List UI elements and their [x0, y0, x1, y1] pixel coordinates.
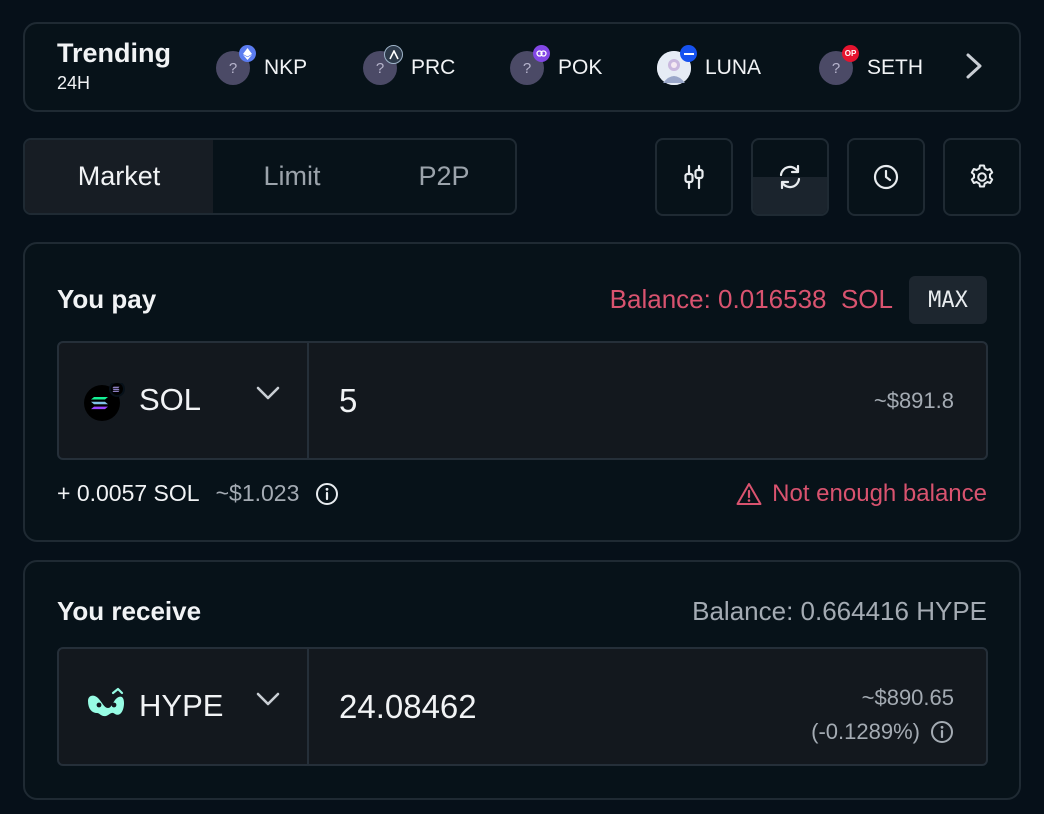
pay-amount-input[interactable]: 5 [339, 382, 357, 420]
pay-balance-label: Balance: 0.016538 [609, 284, 827, 314]
fee-line: + 0.0057 SOL ~$1.023 [57, 480, 339, 507]
receive-amount: 24.08462 [339, 688, 477, 725]
trending-coin-prc[interactable]: ? PRC [363, 45, 456, 88]
info-icon[interactable] [930, 720, 954, 744]
info-icon[interactable] [315, 482, 339, 506]
trending-coin-seth[interactable]: ? OP SETH [819, 45, 924, 88]
slippage-settings-button[interactable] [655, 138, 733, 216]
polygon-badge-icon [533, 45, 550, 62]
token-placeholder-icon: ? [363, 45, 403, 85]
order-type-tabs: Market Limit P2P [23, 138, 517, 215]
tab-limit[interactable]: Limit [213, 140, 371, 213]
receive-title: You receive [57, 596, 202, 626]
gear-icon [970, 164, 994, 188]
insufficient-balance-warning: Not enough balance [736, 480, 987, 508]
trending-coin-label: PRC [411, 56, 456, 79]
ethereum-badge-icon [239, 45, 256, 62]
fee-usd: ~$1.023 [215, 480, 300, 506]
receive-token-name: HYPE [139, 688, 224, 723]
pay-usd-value: ~$891.8 [873, 388, 954, 413]
sliders-icon [684, 164, 704, 190]
token-placeholder-icon: ? [216, 45, 256, 85]
trending-title: Trending [57, 38, 171, 68]
settings-button[interactable] [943, 138, 1021, 216]
pay-panel: You pay Balance: 0.016538 SOL MAX SOL 5 [23, 242, 1021, 542]
trending-coin-label: SETH [867, 56, 924, 79]
pay-input-box: SOL 5 ~$891.8 [57, 341, 988, 460]
price-impact-row: (-0.1289%) [811, 715, 954, 749]
trending-coin-label: LUNA [705, 56, 762, 79]
pay-balance-symbol: SOL [840, 284, 893, 314]
trending-bar: Trending 24H ? NKP ? PRC ? POK LUNA ? OP… [23, 22, 1021, 112]
receive-input-box: HYPE 24.08462 ~$890.65 (-0.1289%) [57, 647, 988, 766]
optimism-badge-icon: OP [842, 45, 859, 62]
base-badge-icon [680, 45, 697, 62]
tab-p2p[interactable]: P2P [371, 140, 515, 213]
receive-usd-block: ~$890.65 (-0.1289%) [811, 681, 954, 749]
trending-coin-label: POK [558, 56, 603, 79]
token-placeholder-icon: ? [510, 45, 550, 85]
pay-title: You pay [57, 284, 157, 314]
chevron-down-icon [255, 691, 281, 712]
warning-text: Not enough balance [772, 480, 987, 507]
trending-period: 24H [57, 73, 91, 93]
chevron-right-icon[interactable] [965, 52, 983, 87]
refresh-button[interactable] [751, 138, 829, 216]
fee-amount: + 0.0057 SOL [57, 480, 200, 506]
trending-coin-luna[interactable]: LUNA [657, 45, 762, 88]
receive-panel: You receive Balance: 0.664416 HYPE HYPE … [23, 560, 1021, 800]
pay-token-name: SOL [139, 382, 202, 417]
trending-coin-label: NKP [264, 56, 308, 79]
solana-icon [83, 381, 125, 430]
chevron-down-icon [255, 385, 281, 406]
tab-market[interactable]: Market [25, 140, 213, 213]
max-button[interactable]: MAX [909, 276, 987, 324]
price-impact: (-0.1289%) [811, 719, 920, 744]
pay-balance: Balance: 0.016538 SOL [610, 284, 893, 315]
pay-token-select[interactable]: SOL [59, 343, 309, 458]
receive-balance: Balance: 0.664416 HYPE [692, 596, 987, 626]
warning-triangle-icon [736, 482, 762, 506]
trending-coin-nkp[interactable]: ? NKP [216, 45, 308, 88]
clock-icon [873, 164, 899, 190]
trending-coin-pok[interactable]: ? POK [510, 45, 603, 88]
history-button[interactable] [847, 138, 925, 216]
receive-token-select[interactable]: HYPE [59, 649, 309, 764]
luna-avatar-icon [657, 45, 697, 85]
refresh-icon [779, 164, 801, 190]
hype-token-icon [85, 687, 127, 728]
token-placeholder-icon: ? OP [819, 45, 859, 85]
receive-usd-value: ~$890.65 [861, 685, 954, 710]
arbitrum-badge-icon [384, 45, 403, 64]
